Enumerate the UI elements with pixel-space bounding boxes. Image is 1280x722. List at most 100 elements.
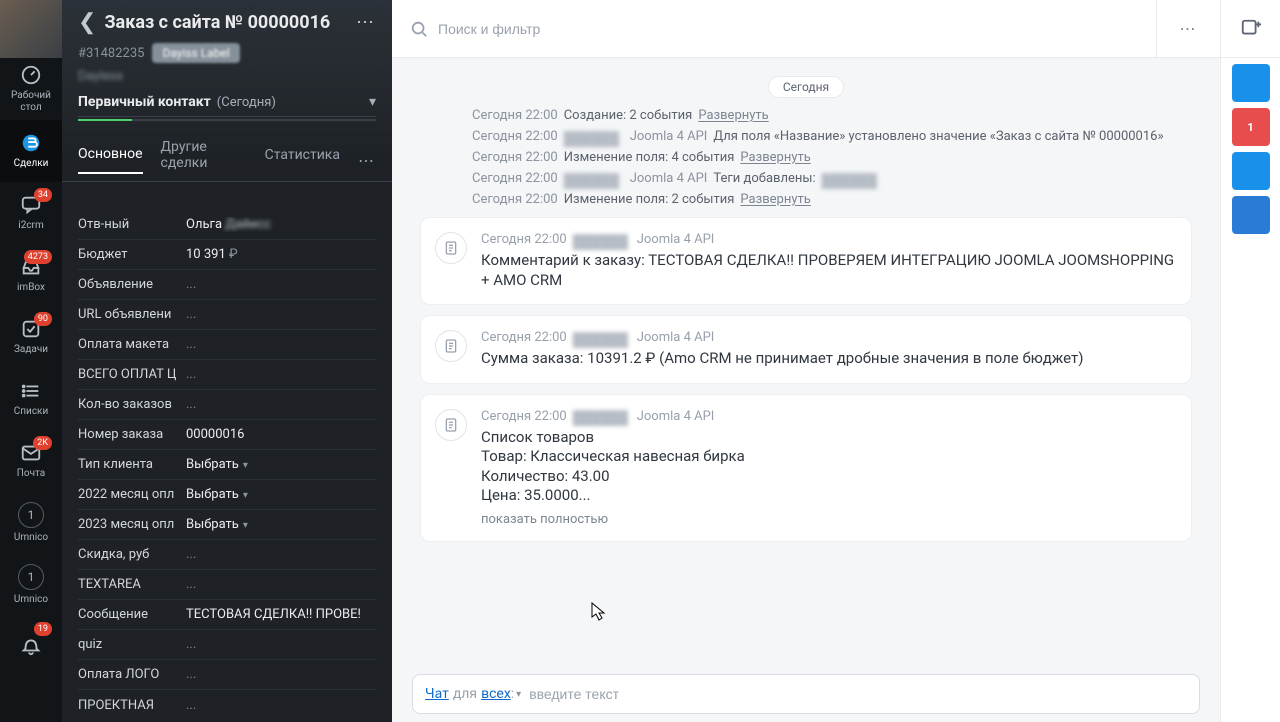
feed-header: ⋯: [392, 0, 1220, 58]
account-avatar[interactable]: [0, 0, 62, 58]
field-value[interactable]: Ольга Дайисс: [186, 217, 376, 232]
show-more-link[interactable]: показать полностью: [481, 512, 1175, 527]
count-badge: 34: [34, 188, 52, 202]
field-value[interactable]: ...: [186, 637, 376, 652]
field-value[interactable]: ...: [186, 547, 376, 562]
note-icon: [435, 409, 467, 441]
log-line: Сегодня 22:00██████Joomla 4 APIТеги доба…: [472, 171, 1200, 186]
deal-menu-icon[interactable]: ⋯: [356, 12, 376, 33]
widget-3[interactable]: [1232, 196, 1270, 234]
note-icon: [435, 330, 467, 362]
field-row[interactable]: Кол-во заказов...: [78, 390, 376, 420]
field-label: Кол-во заказов: [78, 397, 186, 412]
field-value[interactable]: 00000016: [186, 427, 376, 442]
field-row[interactable]: Скидка, руб...: [78, 540, 376, 570]
nav-dashboard[interactable]: Рабочийстол: [0, 58, 62, 120]
nav-lists[interactable]: Списки: [0, 368, 62, 430]
log-line: Сегодня 22:00Изменение поля: 2 событияРа…: [472, 192, 1200, 207]
nav-umnico1[interactable]: 1Umnico: [0, 492, 62, 554]
log-line: Сегодня 22:00Создание: 2 событияРазверну…: [472, 108, 1200, 123]
expand-link[interactable]: Развернуть: [740, 192, 810, 207]
recipient-link[interactable]: всех: [481, 686, 511, 702]
tabs-more-icon[interactable]: ⋯: [358, 151, 376, 170]
field-row[interactable]: Бюджет10 391 ₽: [78, 240, 376, 270]
log-time: Сегодня 22:00: [472, 192, 558, 207]
field-value[interactable]: ...: [186, 667, 376, 682]
chevron-down-icon: ▾: [243, 460, 248, 471]
field-value[interactable]: ...: [186, 698, 376, 713]
nav-umnico2[interactable]: 1Umnico: [0, 554, 62, 616]
composer-box[interactable]: Чат для всех: ▾: [412, 674, 1200, 714]
field-label: Оплата макета: [78, 337, 186, 352]
search-bar[interactable]: [392, 0, 1156, 57]
field-row[interactable]: Отв-ныйОльга Дайисс: [78, 210, 376, 240]
field-value[interactable]: ...: [186, 577, 376, 592]
field-row[interactable]: ПРОЕКТНАЯ...: [78, 690, 376, 720]
field-value[interactable]: ...: [186, 307, 376, 322]
chat-link[interactable]: Чат: [425, 686, 449, 702]
tab-other[interactable]: Другие сделки: [161, 139, 247, 181]
nav-mail[interactable]: Почта2K: [0, 430, 62, 492]
search-icon: [410, 20, 428, 38]
tab-stats[interactable]: Статистика: [265, 147, 340, 173]
field-value[interactable]: ТЕСТОВАЯ СДЕЛКА!! ПРОВЕ!: [186, 607, 376, 622]
field-row[interactable]: 2023 месяц оплВыбрать▾: [78, 510, 376, 540]
deals-icon: [20, 132, 42, 154]
field-row[interactable]: Тип клиентаВыбрать▾: [78, 450, 376, 480]
nav-label: Почта: [17, 468, 45, 480]
widget-1[interactable]: 1: [1232, 108, 1270, 146]
expand-link[interactable]: Развернуть: [698, 108, 768, 123]
field-row[interactable]: 2022 месяц оплВыбрать▾: [78, 480, 376, 510]
deal-tag[interactable]: Dayiss Label: [152, 43, 239, 63]
field-value[interactable]: Выбрать▾: [186, 517, 376, 532]
field-row[interactable]: TEXTAREA...: [78, 570, 376, 600]
tab-main[interactable]: Основное: [78, 146, 143, 174]
field-value[interactable]: ...: [186, 277, 376, 292]
field-value[interactable]: ...: [186, 367, 376, 382]
field-value[interactable]: ...: [186, 337, 376, 352]
note-body: Список товаровТовар: Классическая навесн…: [481, 428, 1175, 506]
field-label: Оплата ЛОГО: [78, 667, 186, 682]
stage-progress: [78, 119, 376, 121]
field-label: Тип клиента: [78, 457, 186, 472]
widget-2[interactable]: [1232, 152, 1270, 190]
note-card[interactable]: Сегодня 22:00██████Joomla 4 APIСумма зак…: [420, 315, 1192, 384]
nav-deals[interactable]: Сделки: [0, 120, 62, 182]
today-pill: Сегодня: [768, 76, 844, 98]
company-name[interactable]: Dayless: [78, 69, 123, 84]
nav-i2crm[interactable]: i2crm34: [0, 182, 62, 244]
field-row[interactable]: Номер заказа00000016: [78, 420, 376, 450]
field-row[interactable]: Оплата ЛОГО...: [78, 660, 376, 690]
note-body: Комментарий к заказу: ТЕСТОВАЯ СДЕЛКА!! …: [481, 251, 1175, 290]
note-body: Сумма заказа: 10391.2 ₽ (Amo CRM не прин…: [481, 349, 1175, 369]
note-card[interactable]: Сегодня 22:00██████Joomla 4 APIСписок то…: [420, 394, 1192, 542]
primary-contact-row[interactable]: Первичный контакт (Сегодня) ▾: [78, 94, 376, 117]
field-value[interactable]: 10 391 ₽: [186, 247, 376, 262]
back-icon[interactable]: ❮: [78, 10, 96, 35]
nav-bell[interactable]: 19: [0, 616, 62, 678]
field-value[interactable]: Выбрать▾: [186, 457, 376, 472]
field-label: Номер заказа: [78, 427, 186, 442]
gauge-icon: [20, 64, 42, 86]
nav-tasks[interactable]: Задачи90: [0, 306, 62, 368]
field-row[interactable]: Объявление...: [78, 270, 376, 300]
chevron-down-icon: ▾: [243, 520, 248, 531]
deal-fields: Отв-ныйОльга ДайиссБюджет10 391 ₽Объявле…: [62, 204, 392, 722]
composer-input[interactable]: [529, 686, 1187, 702]
log-time: Сегодня 22:00: [472, 108, 558, 123]
field-row[interactable]: Оплата макета...: [78, 330, 376, 360]
widget-0[interactable]: [1232, 64, 1270, 102]
field-row[interactable]: СообщениеТЕСТОВАЯ СДЕЛКА!! ПРОВЕ!: [78, 600, 376, 630]
feed-options-icon[interactable]: ⋯: [1156, 0, 1220, 57]
search-input[interactable]: [438, 21, 1138, 37]
field-row[interactable]: ВСЕГО ОПЛАТ Ц...: [78, 360, 376, 390]
field-row[interactable]: URL объявлени...: [78, 300, 376, 330]
field-row[interactable]: quiz...: [78, 630, 376, 660]
nav-imbox[interactable]: imBox4273: [0, 244, 62, 306]
field-value[interactable]: Выбрать▾: [186, 487, 376, 502]
new-item-icon[interactable]: [1221, 0, 1280, 58]
chevron-down-icon[interactable]: ▾: [516, 689, 521, 700]
note-card[interactable]: Сегодня 22:00██████Joomla 4 APIКомментар…: [420, 217, 1192, 305]
field-value[interactable]: ...: [186, 397, 376, 412]
expand-link[interactable]: Развернуть: [740, 150, 810, 165]
